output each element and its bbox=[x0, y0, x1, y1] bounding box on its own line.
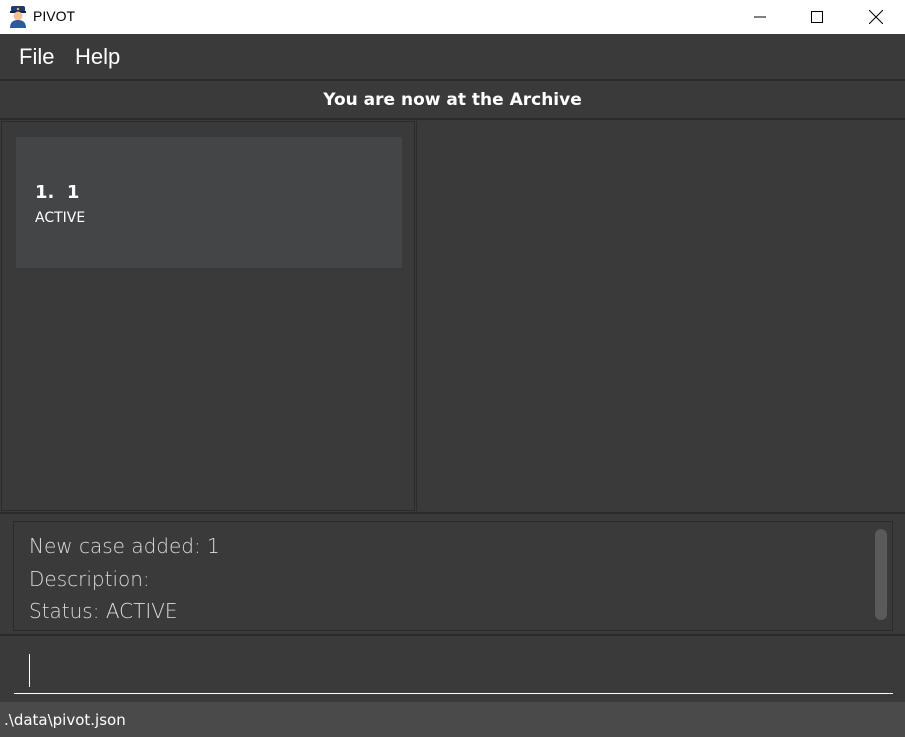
result-scrollbar[interactable] bbox=[875, 529, 887, 620]
minimize-icon[interactable] bbox=[731, 0, 789, 34]
menu-help[interactable]: Help bbox=[75, 44, 120, 70]
menu-bar: File Help bbox=[0, 34, 905, 80]
status-bar: .\data\pivot.json bbox=[0, 702, 905, 737]
text-caret bbox=[29, 654, 30, 687]
result-line: Status: ACTIVE bbox=[29, 599, 178, 623]
location-header: You are now at the Archive bbox=[0, 80, 905, 120]
result-line: Description: bbox=[29, 567, 150, 591]
detail-panel bbox=[416, 121, 904, 511]
case-card-title: 1. 1 bbox=[35, 182, 80, 203]
close-icon[interactable] bbox=[847, 0, 905, 34]
command-box bbox=[0, 636, 905, 702]
title-bar: PIVOT bbox=[0, 0, 905, 34]
case-list-panel: 1. 1 ACTIVE bbox=[1, 121, 415, 511]
case-card-status: ACTIVE bbox=[35, 210, 86, 226]
command-input[interactable] bbox=[14, 644, 893, 694]
maximize-icon[interactable] bbox=[788, 0, 846, 34]
result-line: New case added: 1 bbox=[29, 534, 220, 558]
police-officer-icon bbox=[8, 6, 28, 28]
window-title: PIVOT bbox=[33, 8, 76, 24]
menu-file[interactable]: File bbox=[19, 44, 54, 70]
location-header-text: You are now at the Archive bbox=[323, 89, 582, 110]
result-display: New case added: 1 Description: Status: A… bbox=[13, 521, 893, 631]
case-card[interactable]: 1. 1 ACTIVE bbox=[16, 137, 402, 268]
data-file-path: .\data\pivot.json bbox=[4, 711, 126, 729]
result-display-area: New case added: 1 Description: Status: A… bbox=[0, 512, 905, 636]
